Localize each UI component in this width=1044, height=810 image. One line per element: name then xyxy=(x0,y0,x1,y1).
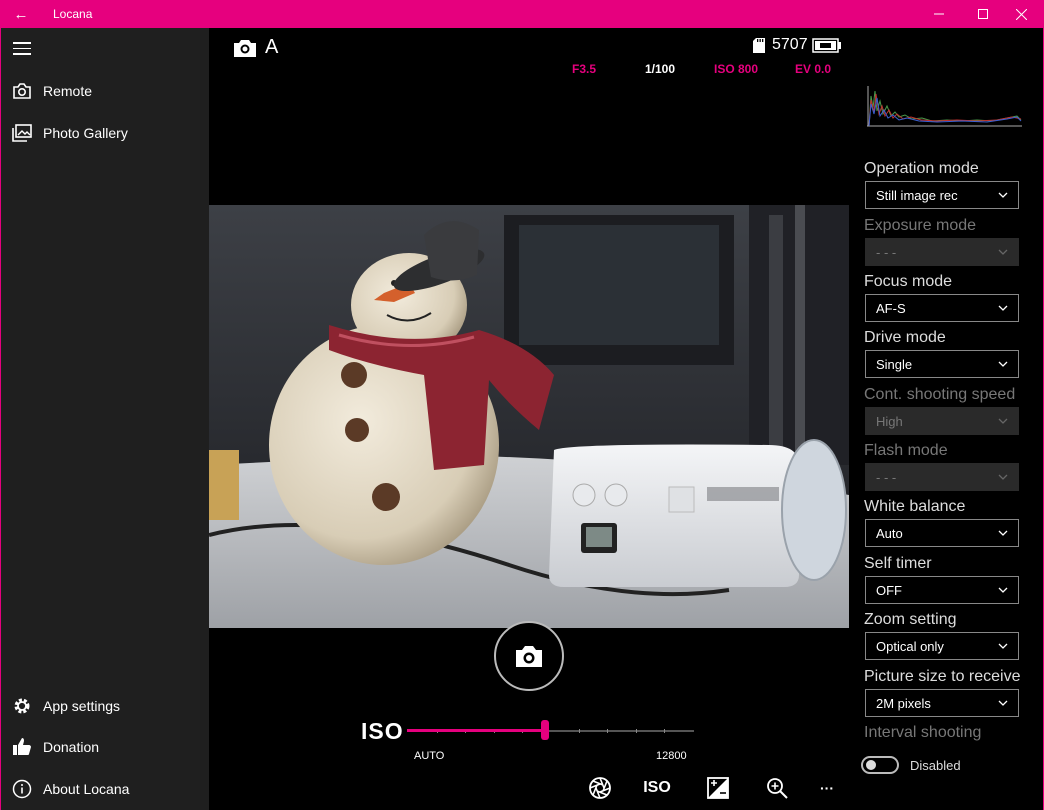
iso-button[interactable]: ISO xyxy=(642,776,672,800)
minimize-icon xyxy=(934,13,944,15)
zoom-icon xyxy=(767,778,788,799)
white-balance-value: Auto xyxy=(876,525,903,541)
chevron-down-icon xyxy=(998,587,1008,593)
back-arrow-icon[interactable]: ← xyxy=(0,0,42,28)
shutter-button[interactable] xyxy=(494,621,564,691)
iso-slider-thumb[interactable] xyxy=(541,720,549,740)
camera-icon xyxy=(234,39,256,57)
iso-slider-min-label: AUTO xyxy=(414,750,445,762)
remaining-shots-indicator: 5707 xyxy=(752,36,842,54)
battery-icon xyxy=(811,37,841,53)
focus-mode-dropdown[interactable]: AF-S xyxy=(865,294,1019,322)
zoom-setting-label: Zoom setting xyxy=(864,611,957,628)
iso-slider-label: ISO xyxy=(361,718,404,744)
interval-shooting-state: Disabled xyxy=(910,758,961,773)
zoom-setting-value: Optical only xyxy=(876,638,944,654)
cont-shooting-speed-label: Cont. shooting speed xyxy=(864,386,1016,403)
exposure-mode-value: - - - xyxy=(876,244,897,260)
operation-mode-value: Still image rec xyxy=(876,187,958,203)
zoom-setting-dropdown[interactable]: Optical only xyxy=(865,632,1019,660)
operation-mode-dropdown[interactable]: Still image rec xyxy=(865,181,1019,209)
picture-size-label: Picture size to receive xyxy=(864,668,1021,685)
sidebar-item-label: About Locana xyxy=(43,781,130,797)
white-balance-label: White balance xyxy=(864,498,966,515)
title-bar: ← Locana xyxy=(0,0,1044,28)
picture-size-dropdown[interactable]: 2M pixels xyxy=(865,689,1019,717)
info-icon xyxy=(1,779,43,799)
remaining-shots-count: 5707 xyxy=(772,36,808,53)
self-timer-value: OFF xyxy=(876,582,902,598)
toggle-knob xyxy=(866,760,876,770)
sidebar-item-label: Donation xyxy=(43,739,100,755)
hamburger-menu-icon[interactable] xyxy=(13,42,31,56)
maximize-icon xyxy=(978,9,988,19)
sidebar-item-photo-gallery[interactable]: Photo Gallery xyxy=(1,113,209,153)
chevron-down-icon xyxy=(998,361,1008,367)
chevron-down-icon xyxy=(998,474,1008,480)
aperture-button[interactable] xyxy=(585,776,615,800)
shutter-speed-value: 1/100 xyxy=(645,62,676,76)
exposure-compensation-button[interactable] xyxy=(703,776,733,800)
exposure-mode-label: Exposure mode xyxy=(864,217,977,234)
sidebar-item-label: Remote xyxy=(43,83,93,99)
memory-card-icon xyxy=(753,37,765,53)
exposure-mode-dropdown: - - - xyxy=(865,238,1019,266)
drive-mode-dropdown[interactable]: Single xyxy=(865,350,1019,378)
close-icon xyxy=(1015,8,1027,20)
chevron-down-icon xyxy=(998,249,1008,255)
self-timer-dropdown[interactable]: OFF xyxy=(865,576,1019,604)
sidebar-item-label: App settings xyxy=(43,698,121,714)
gallery-icon xyxy=(1,124,43,142)
sidebar: Remote Photo Gallery App settings Donati… xyxy=(1,28,209,810)
interval-shooting-toggle[interactable] xyxy=(861,756,899,774)
iso-slider-fill xyxy=(407,729,545,732)
settings-panel: Operation mode Still image rec Exposure … xyxy=(849,28,1043,810)
operation-mode-label: Operation mode xyxy=(864,160,979,177)
live-view-image xyxy=(209,205,849,628)
shooting-mode-indicator: A xyxy=(233,36,278,59)
sidebar-item-remote[interactable]: Remote xyxy=(1,71,209,111)
exposure-compensation-value: EV 0.0 xyxy=(795,62,832,76)
live-view-area: A 5707 F3.5 1/100 ISO 800 EV 0.0 ISO AUT… xyxy=(209,28,849,810)
histogram xyxy=(867,86,1022,127)
close-button[interactable] xyxy=(998,0,1044,28)
flash-mode-value: - - - xyxy=(876,469,897,485)
camera-icon xyxy=(516,646,542,667)
flash-mode-dropdown: - - - xyxy=(865,463,1019,491)
flash-mode-label: Flash mode xyxy=(864,442,948,459)
exposure-compensation-icon xyxy=(707,777,729,799)
aperture-value: F3.5 xyxy=(572,62,597,76)
chevron-down-icon xyxy=(998,192,1008,198)
more-options-button[interactable]: ··· xyxy=(812,776,842,800)
exposure-mode-letter: A xyxy=(265,36,279,58)
remote-camera-icon xyxy=(1,82,43,100)
iso-value: ISO 800 xyxy=(714,62,759,76)
focus-mode-label: Focus mode xyxy=(864,273,953,290)
thumbs-up-icon xyxy=(1,737,43,757)
cont-shooting-speed-dropdown: High xyxy=(865,407,1019,435)
sidebar-item-label: Photo Gallery xyxy=(43,125,128,141)
interval-shooting-label: Interval shooting xyxy=(864,724,982,741)
gear-icon xyxy=(1,696,43,716)
sidebar-item-about[interactable]: About Locana xyxy=(1,769,209,809)
aperture-icon xyxy=(589,777,611,799)
drive-mode-value: Single xyxy=(876,356,913,372)
chevron-down-icon xyxy=(998,700,1008,706)
zoom-button[interactable] xyxy=(762,776,792,800)
cont-shooting-speed-value: High xyxy=(876,413,903,429)
chevron-down-icon xyxy=(998,305,1008,311)
app-title: Locana xyxy=(53,7,93,21)
white-balance-dropdown[interactable]: Auto xyxy=(865,519,1019,547)
minimize-button[interactable] xyxy=(916,0,962,28)
picture-size-value: 2M pixels xyxy=(876,695,931,711)
self-timer-label: Self timer xyxy=(864,555,932,572)
chevron-down-icon xyxy=(998,418,1008,424)
drive-mode-label: Drive mode xyxy=(864,329,946,346)
chevron-down-icon xyxy=(998,643,1008,649)
chevron-down-icon xyxy=(998,530,1008,536)
sidebar-item-app-settings[interactable]: App settings xyxy=(1,686,209,726)
iso-slider-max-label: 12800 xyxy=(656,750,687,762)
sidebar-item-donation[interactable]: Donation xyxy=(1,727,209,767)
focus-mode-value: AF-S xyxy=(876,300,906,316)
